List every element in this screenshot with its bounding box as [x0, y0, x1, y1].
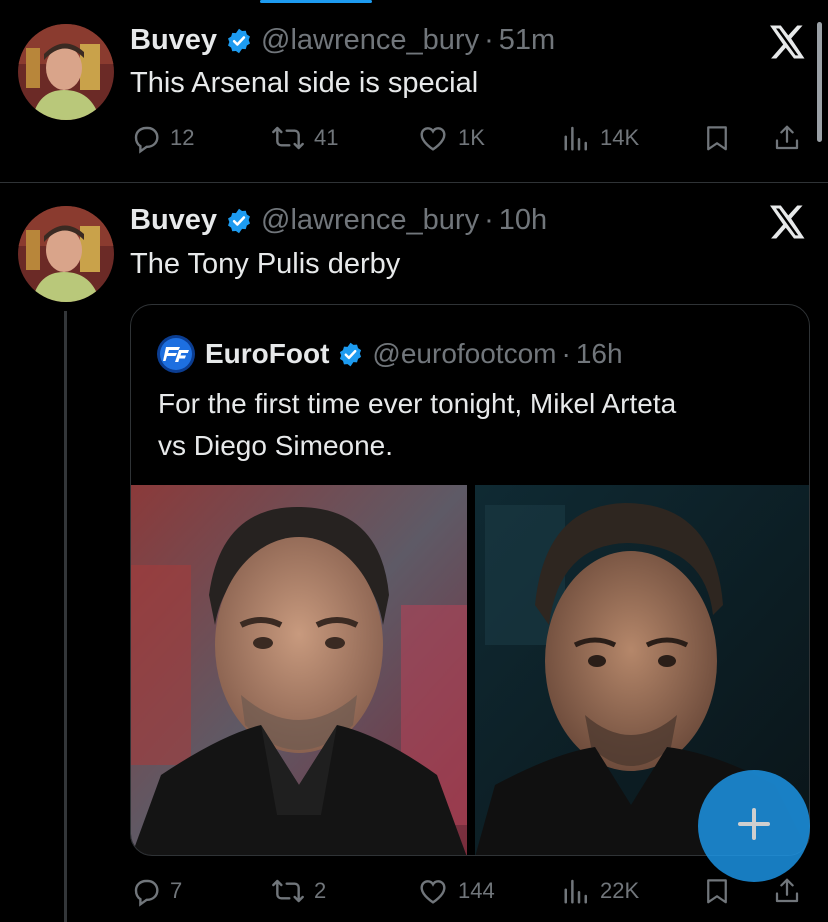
repost-button[interactable]: 2: [270, 871, 326, 911]
avatar[interactable]: [18, 24, 114, 120]
quoted-tweet[interactable]: EuroFoot @eurofootcom · 16h For the firs…: [130, 304, 810, 856]
views-count: 22K: [600, 878, 640, 903]
views-icon: [562, 122, 592, 154]
quoted-text-line: For the first time ever tonight, Mikel A…: [158, 388, 677, 419]
timeline: Buvey @lawrence_bury · 51m This Arsenal …: [0, 0, 828, 922]
repost-icon: [270, 122, 306, 154]
repost-button[interactable]: 41: [270, 118, 338, 158]
quoted-tweet-text: For the first time ever tonight, Mikel A…: [158, 383, 778, 467]
like-count: 1K: [458, 125, 485, 150]
repost-count: 2: [314, 878, 327, 903]
reply-count: 7: [170, 878, 183, 903]
reply-button[interactable]: 12: [130, 118, 194, 158]
share-icon: [772, 122, 802, 154]
author-name[interactable]: Buvey: [130, 204, 217, 237]
share-button[interactable]: [772, 118, 802, 158]
x-logo-icon: [770, 25, 806, 59]
repost-icon: [270, 875, 306, 907]
author-handle[interactable]: @lawrence_bury: [261, 204, 479, 237]
timestamp[interactable]: 10h: [499, 204, 547, 237]
heart-icon: [416, 122, 450, 154]
views-button[interactable]: 22K: [562, 871, 639, 911]
separator-dot: ·: [484, 24, 494, 56]
views-button[interactable]: 14K: [562, 118, 639, 158]
tweet-text: This Arsenal side is special: [130, 67, 479, 99]
separator-dot: ·: [484, 204, 494, 236]
quoted-author-handle[interactable]: @eurofootcom: [372, 338, 556, 370]
quoted-tweet-header: EuroFoot @eurofootcom · 16h: [157, 335, 623, 373]
plus-icon: [734, 804, 774, 849]
bookmark-button[interactable]: [702, 871, 732, 911]
author-name[interactable]: Buvey: [130, 24, 217, 57]
quoted-timestamp[interactable]: 16h: [576, 338, 623, 370]
like-count: 144: [458, 878, 495, 903]
heart-icon: [416, 875, 450, 907]
quoted-text-line: vs Diego Simeone.: [158, 430, 394, 461]
tweet[interactable]: Buvey @lawrence_bury · 51m This Arsenal …: [0, 0, 828, 183]
reply-icon: [130, 122, 162, 154]
bookmark-button[interactable]: [702, 118, 732, 158]
tweet-actions: 12 41 1K 14K: [130, 118, 810, 158]
separator-dot: ·: [561, 338, 571, 369]
views-count: 14K: [600, 125, 640, 150]
timestamp[interactable]: 51m: [499, 24, 555, 57]
photo-left[interactable]: [131, 485, 467, 855]
quoted-author-name[interactable]: EuroFoot: [205, 338, 329, 370]
share-icon: [772, 875, 802, 907]
bookmark-icon: [702, 122, 732, 154]
x-logo-icon: [770, 205, 806, 239]
bookmark-icon: [702, 875, 732, 907]
verified-badge-icon: [225, 207, 253, 235]
eurofoot-logo-icon[interactable]: [157, 335, 195, 373]
tweet-header: Buvey @lawrence_bury · 51m: [130, 24, 555, 57]
reply-icon: [130, 875, 162, 907]
repost-count: 41: [314, 125, 339, 150]
author-handle[interactable]: @lawrence_bury: [261, 24, 479, 57]
verified-badge-icon: [337, 341, 364, 368]
like-button[interactable]: 144: [416, 871, 495, 911]
reply-button[interactable]: 7: [130, 871, 182, 911]
like-button[interactable]: 1K: [416, 118, 485, 158]
tweet-actions: 7 2 144 22K: [130, 871, 810, 911]
views-icon: [562, 875, 592, 907]
tweet-text: The Tony Pulis derby: [130, 248, 401, 280]
reply-count: 12: [170, 125, 195, 150]
verified-badge-icon: [225, 27, 253, 55]
thread-line: [64, 311, 67, 922]
tweet-header: Buvey @lawrence_bury · 10h: [130, 204, 547, 237]
avatar[interactable]: [18, 206, 114, 302]
compose-button[interactable]: [698, 770, 810, 882]
